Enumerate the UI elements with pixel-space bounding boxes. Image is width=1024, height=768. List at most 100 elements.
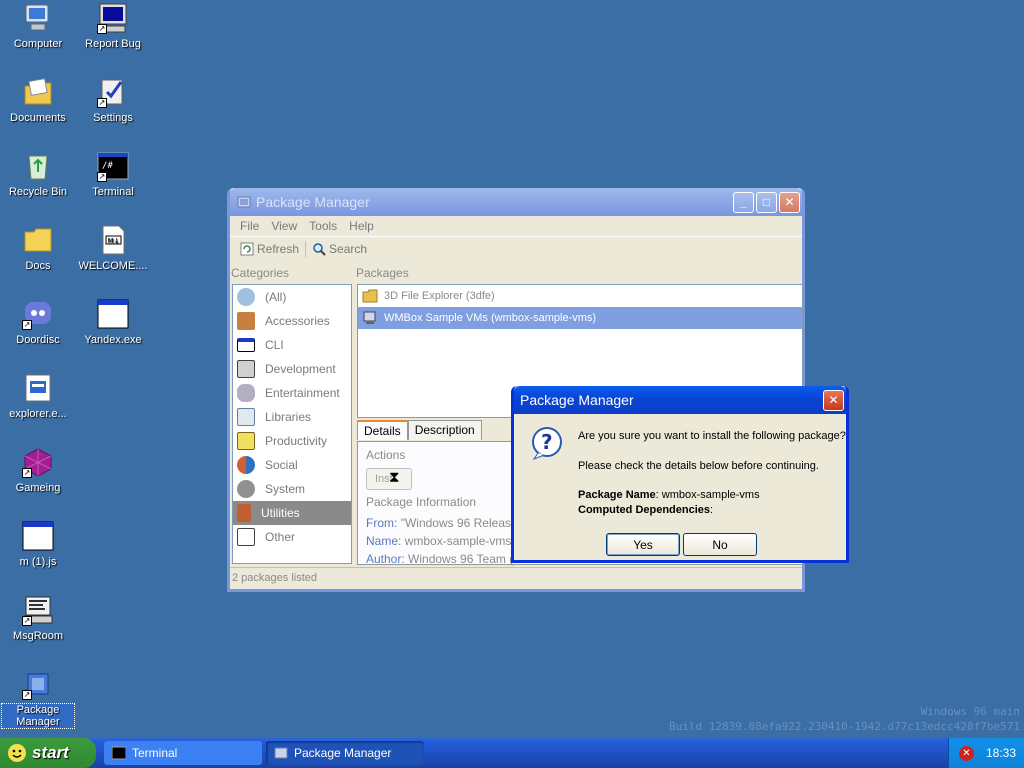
- search-icon: [312, 242, 326, 256]
- social-users-icon: [237, 456, 255, 474]
- toolbar: Refresh Search: [230, 236, 802, 260]
- menu-view[interactable]: View: [265, 219, 303, 233]
- monitor-icon: ↗: [97, 2, 129, 34]
- desktop-icon-gameing[interactable]: ↗ Gameing: [2, 446, 74, 494]
- clock: 18:33: [986, 746, 1017, 760]
- desktop-icon-label: Settings: [93, 112, 133, 124]
- category-system[interactable]: System: [233, 477, 351, 501]
- refresh-icon: [240, 242, 254, 256]
- details-tabs: Details Description: [357, 420, 482, 440]
- package-item-3dfe[interactable]: 3D File Explorer (3dfe): [358, 285, 802, 307]
- markdown-file-icon: M↓: [97, 224, 129, 256]
- menu-help[interactable]: Help: [343, 219, 380, 233]
- search-button[interactable]: Search: [306, 242, 373, 256]
- desktop-icon-report-bug[interactable]: ↗ Report Bug: [77, 2, 149, 50]
- start-button[interactable]: start: [0, 738, 96, 768]
- settings-icon: ↗: [97, 76, 129, 108]
- shortcut-arrow-icon: ↗: [97, 172, 107, 182]
- category-accessories[interactable]: Accessories: [233, 309, 351, 333]
- tab-description[interactable]: Description: [407, 420, 482, 440]
- refresh-label: Refresh: [257, 241, 300, 256]
- desktop-icon-label: Package Manager: [1, 703, 75, 729]
- category-development[interactable]: Development: [233, 357, 351, 381]
- maximize-button[interactable]: □: [756, 191, 777, 213]
- packages-label: Packages: [356, 266, 409, 280]
- dialog-titlebar[interactable]: Package Manager ✕: [514, 386, 846, 414]
- category-productivity[interactable]: Productivity: [233, 429, 351, 453]
- window-titlebar[interactable]: Package Manager _ □ ✕: [230, 188, 802, 216]
- desktop-icon-m-js[interactable]: m (1).js: [2, 520, 74, 568]
- categories-label: Categories: [231, 266, 290, 280]
- task-terminal[interactable]: Terminal: [104, 741, 262, 765]
- desktop-icon-yandex[interactable]: Yandex.exe: [77, 298, 149, 346]
- development-icon: [237, 360, 255, 378]
- shortcut-arrow-icon: ↗: [22, 616, 32, 626]
- cli-window-icon: [237, 338, 255, 352]
- recycle-bin-icon: [22, 150, 54, 182]
- accessories-icon: [237, 312, 255, 330]
- category-utilities[interactable]: Utilities: [233, 501, 351, 525]
- category-libraries[interactable]: Libraries: [233, 405, 351, 429]
- package-item-wmbox[interactable]: WMBox Sample VMs (wmbox-sample-vms): [358, 307, 802, 329]
- desktop-icon-label: MsgRoom: [12, 630, 64, 642]
- desktop-icon-package-manager[interactable]: ↗ Package Manager: [1, 668, 75, 729]
- all-categories-icon: [237, 288, 255, 306]
- menu-file[interactable]: File: [234, 219, 265, 233]
- category-other[interactable]: Other: [233, 525, 351, 549]
- package-icon: [274, 746, 288, 760]
- desktop-icon-label: explorer.e...: [9, 408, 67, 420]
- package-manager-icon: ↗: [22, 668, 54, 700]
- minimize-button[interactable]: _: [733, 191, 754, 213]
- task-package-manager[interactable]: Package Manager: [266, 741, 424, 765]
- error-icon[interactable]: ✕: [959, 745, 974, 761]
- shortcut-arrow-icon: ↗: [22, 320, 32, 330]
- desktop-icon-label: m (1).js: [19, 556, 57, 568]
- desktop-icon-doordisc[interactable]: ↗ Doordisc: [2, 298, 74, 346]
- info-author: Author: Windows 96 Team (htt: [366, 552, 527, 566]
- shortcut-arrow-icon: ↗: [22, 690, 32, 700]
- desktop-icon-documents[interactable]: Documents: [2, 76, 74, 124]
- window-title: Package Manager: [256, 194, 370, 210]
- desktop-icon-explorer[interactable]: explorer.e...: [2, 372, 74, 420]
- start-label: start: [32, 743, 69, 762]
- build-watermark: Windows 96 main Build 12839.88efa922.230…: [669, 704, 1020, 734]
- desktop-icon-terminal[interactable]: /# ↗ Terminal: [77, 150, 149, 198]
- category-social[interactable]: Social: [233, 453, 351, 477]
- dialog-title: Package Manager: [520, 392, 634, 408]
- desktop-icon-msgroom[interactable]: ↗ MsgRoom: [2, 594, 74, 642]
- svg-text:M↓: M↓: [108, 237, 120, 245]
- libraries-icon: [237, 408, 255, 426]
- desktop-icon-settings[interactable]: ↗ Settings: [77, 76, 149, 124]
- desktop-icon-welcome[interactable]: M↓ WELCOME....: [77, 224, 149, 272]
- hourglass-cursor-icon: ⧗: [389, 469, 400, 486]
- no-button[interactable]: No: [683, 533, 757, 556]
- category-cli[interactable]: CLI: [233, 333, 351, 357]
- category-entertainment[interactable]: Entertainment: [233, 381, 351, 405]
- close-button[interactable]: ✕: [779, 191, 800, 213]
- dialog-close-button[interactable]: ✕: [823, 389, 844, 411]
- documents-folder-icon: [22, 76, 54, 108]
- status-text: 2 packages listed: [232, 572, 317, 584]
- computer-icon: [22, 2, 54, 34]
- utilities-tools-icon: [237, 504, 251, 522]
- executable-window-icon: [97, 298, 129, 330]
- categories-list: (All) Accessories CLI Development Entert…: [232, 284, 352, 564]
- game-cube-icon: ↗: [22, 446, 54, 478]
- category-all[interactable]: (All): [233, 285, 351, 309]
- tab-details[interactable]: Details: [357, 420, 408, 440]
- terminal-icon: [111, 746, 127, 760]
- desktop-icon-label: WELCOME....: [78, 260, 148, 272]
- entertainment-icon: [237, 384, 255, 402]
- vm-computer-icon: [362, 311, 378, 325]
- explorer-icon: [22, 372, 54, 404]
- refresh-button[interactable]: Refresh: [234, 242, 305, 256]
- desktop-icon-docs[interactable]: Docs: [2, 224, 74, 272]
- desktop-icon-label: Recycle Bin: [8, 186, 68, 198]
- desktop-icon-label: Terminal: [92, 186, 134, 198]
- desktop-icon-recycle-bin[interactable]: Recycle Bin: [2, 150, 74, 198]
- desktop-icon-computer[interactable]: Computer: [2, 2, 74, 50]
- menu-tools[interactable]: Tools: [303, 219, 343, 233]
- smiley-logo-icon: [8, 744, 26, 762]
- shortcut-arrow-icon: ↗: [97, 24, 107, 34]
- yes-button[interactable]: Yes: [606, 533, 680, 556]
